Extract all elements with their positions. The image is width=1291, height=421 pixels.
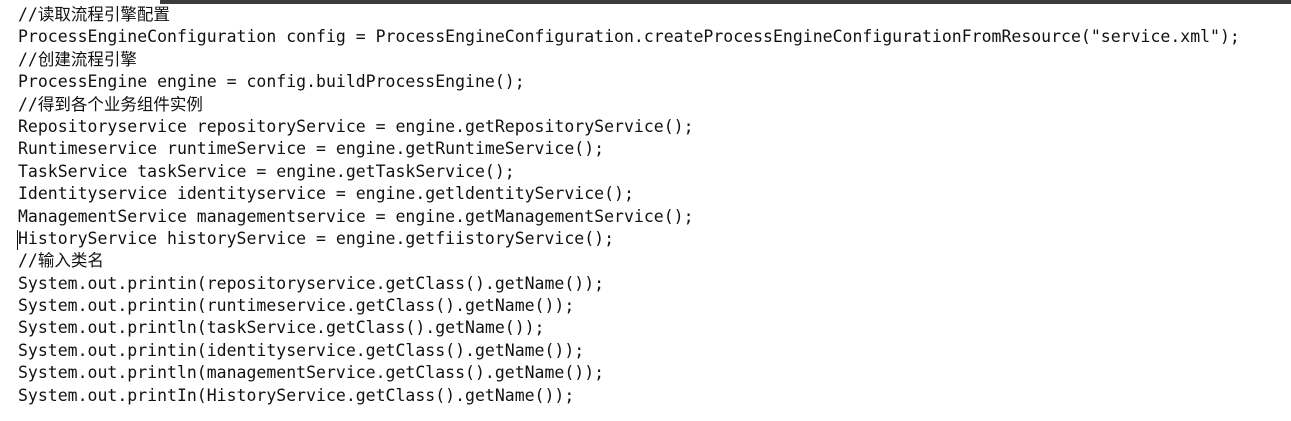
- code-line: System.out.printin(identityservice.getCl…: [18, 340, 585, 360]
- code-line: //得到各个业务组件实例: [18, 94, 203, 114]
- code-line: System.out.println(managementService.get…: [18, 363, 605, 383]
- code-line: System.out.printin(repositoryservice.get…: [18, 273, 605, 293]
- code-line: //读取流程引擎配置: [18, 5, 170, 24]
- code-line: System.out.printIn(HistoryService.getCla…: [18, 385, 575, 405]
- code-line: HistoryService historyService = engine.g…: [18, 228, 615, 248]
- code-lines: //读取流程引擎配置 ProcessEngineConfiguration co…: [18, 4, 1240, 407]
- code-line: Identityservice identityservice = engine…: [18, 184, 634, 204]
- code-line: ProcessEngine engine = config.buildProce…: [18, 72, 525, 92]
- code-line: TaskService taskService = engine.getTask…: [18, 161, 515, 181]
- text-cursor: [17, 230, 18, 250]
- code-line: System.out.printin(runtimeservice.getCla…: [18, 296, 575, 316]
- code-editor[interactable]: //读取流程引擎配置 ProcessEngineConfiguration co…: [0, 0, 1291, 421]
- code-line: //创建流程引擎: [18, 49, 137, 69]
- code-line: ProcessEngineConfiguration config = Proc…: [18, 27, 1240, 47]
- code-line: Repositoryservice repositoryService = en…: [18, 116, 694, 136]
- code-line: Runtimeservice runtimeService = engine.g…: [18, 139, 605, 159]
- code-line: System.out.println(taskService.getClass(…: [18, 318, 545, 338]
- code-line: //输入类名: [18, 251, 104, 271]
- code-line: ManagementService managementservice = en…: [18, 206, 694, 226]
